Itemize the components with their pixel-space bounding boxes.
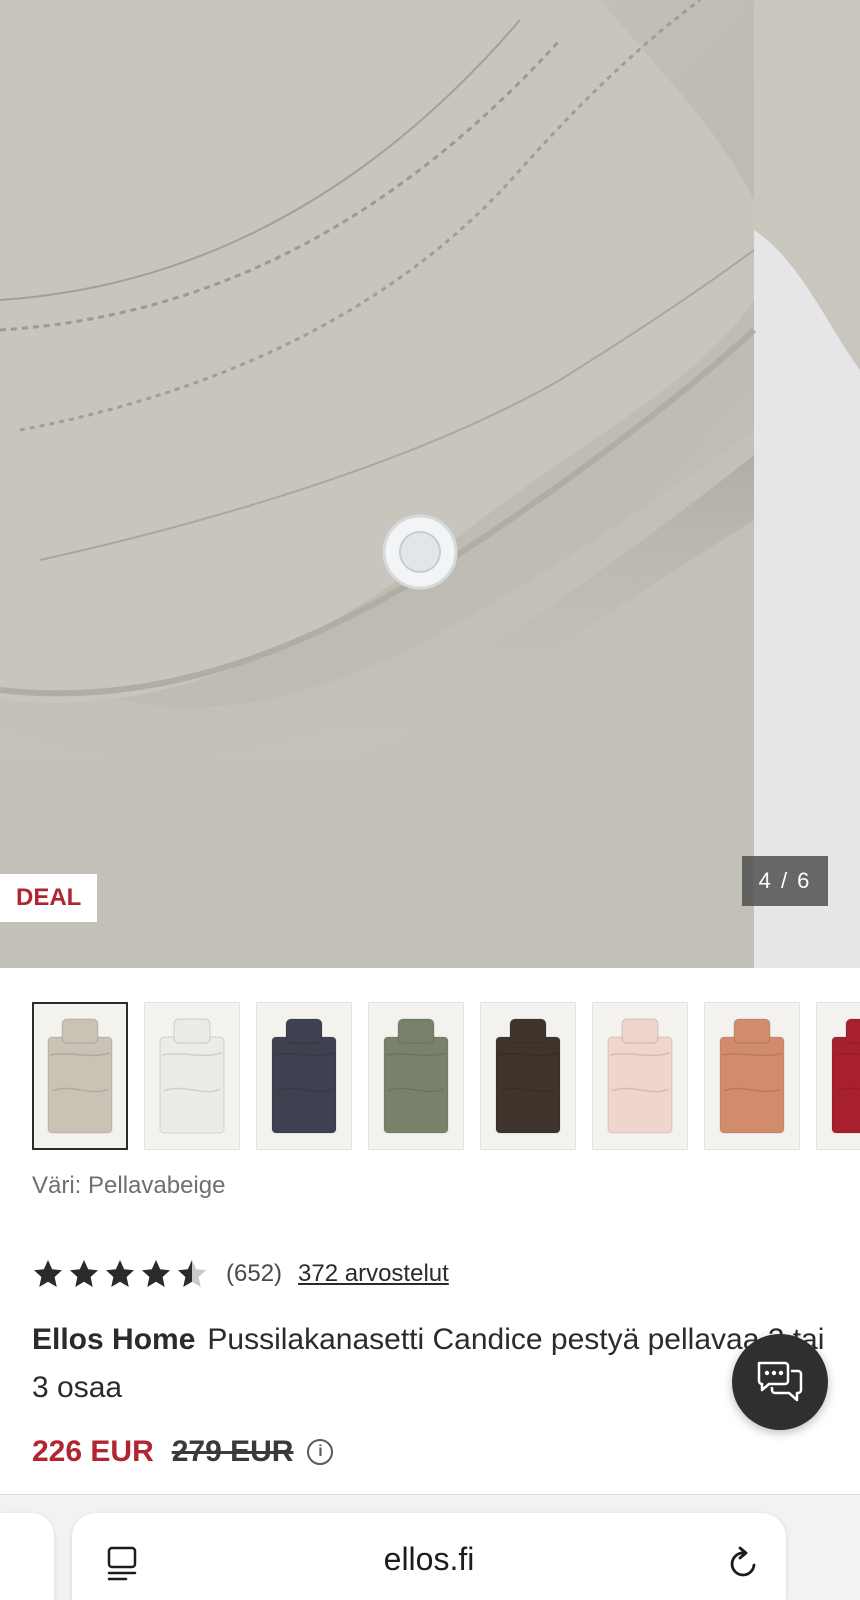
- star-icon: [106, 1260, 134, 1287]
- color-swatch-pink[interactable]: [592, 1002, 688, 1150]
- star-icon: [142, 1260, 170, 1287]
- color-swatch-red[interactable]: [816, 1002, 860, 1150]
- product-title: Ellos Home Pussilakanasetti Candice pesty…: [32, 1316, 832, 1412]
- reload-icon[interactable]: [726, 1545, 762, 1581]
- reviews-link[interactable]: 372 arvostelut: [298, 1260, 449, 1288]
- url-text: ellos.fi: [383, 1541, 475, 1577]
- color-swatch-terracotta[interactable]: [704, 1002, 800, 1150]
- star-rating: [32, 1258, 208, 1290]
- deal-badge: DEAL: [0, 874, 98, 922]
- color-swatch-pellavabeige[interactable]: [32, 1002, 128, 1150]
- selected-color-label: Väri: Pellavabeige: [32, 1172, 226, 1199]
- rating-count: (652): [226, 1260, 283, 1287]
- bedding-thumbnail: [831, 1018, 860, 1134]
- chat-button[interactable]: [732, 1334, 828, 1430]
- price-row: 226 EUR 279 EUR i: [32, 1432, 334, 1472]
- color-swatch-navy[interactable]: [256, 1002, 352, 1150]
- brand-name[interactable]: Ellos Home: [32, 1323, 195, 1356]
- bedding-thumbnail: [607, 1018, 673, 1134]
- color-swatch-list: [32, 1002, 860, 1152]
- current-price: 226 EUR: [32, 1435, 154, 1468]
- image-counter: 4 / 6: [742, 856, 828, 906]
- previous-tab[interactable]: [0, 1513, 54, 1600]
- info-icon[interactable]: i: [307, 1439, 334, 1465]
- bedding-thumbnail: [47, 1018, 113, 1134]
- browser-toolbar: ellos.fi: [0, 1494, 860, 1600]
- original-price: 279 EUR: [171, 1435, 294, 1468]
- product-image[interactable]: DEAL 4 / 6: [0, 0, 860, 968]
- star-icon: [34, 1260, 62, 1287]
- color-swatch-brown[interactable]: [480, 1002, 576, 1150]
- rating-row: (652) 372 arvostelut: [32, 1254, 449, 1294]
- bedding-thumbnail: [383, 1018, 449, 1134]
- color-swatch-green[interactable]: [368, 1002, 464, 1150]
- bedding-thumbnail: [159, 1018, 225, 1134]
- chat-bubble-icon: [757, 1361, 803, 1402]
- linen-fabric-photo: [0, 0, 860, 968]
- star-icon: [70, 1260, 98, 1287]
- color-swatch-white[interactable]: [144, 1002, 240, 1150]
- address-bar[interactable]: ellos.fi: [72, 1513, 786, 1600]
- star-icon: [178, 1260, 206, 1287]
- bedding-thumbnail: [271, 1018, 337, 1134]
- bedding-thumbnail: [495, 1018, 561, 1134]
- bedding-thumbnail: [719, 1018, 785, 1134]
